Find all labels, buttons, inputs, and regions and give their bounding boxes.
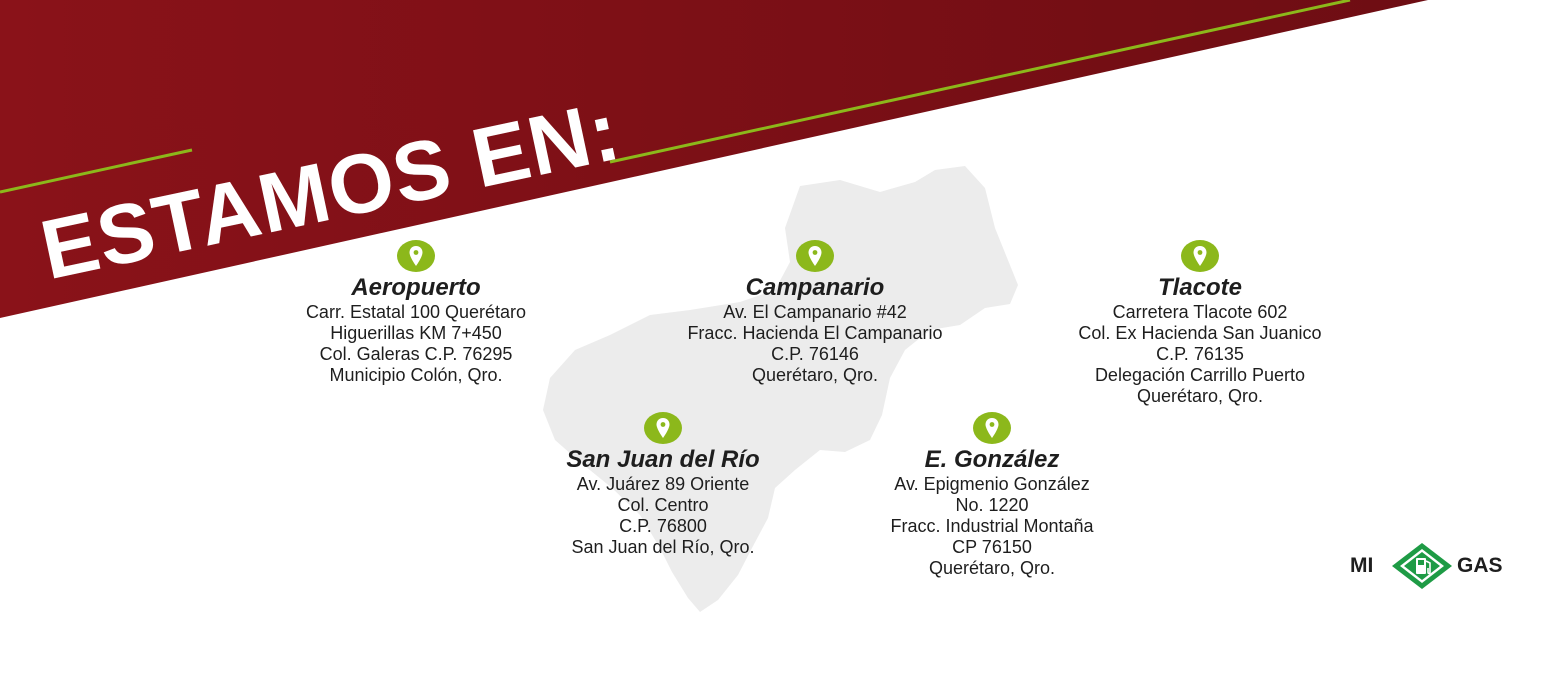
address-line: C.P. 76146 [771, 344, 859, 364]
address-line: Av. Epigmenio González [894, 474, 1090, 494]
address-line: Col. Galeras C.P. 76295 [319, 344, 513, 364]
address-line: Fracc. Industrial Montaña [890, 516, 1094, 536]
map-pin-icon [397, 240, 435, 272]
address-line: No. 1220 [955, 495, 1029, 515]
migas-logo: MI GAS [1350, 541, 1530, 591]
address-line: Querétaro, Qro. [751, 365, 879, 385]
map-pin-icon [1181, 240, 1219, 272]
address-line: CP 76150 [952, 537, 1032, 557]
location-card-tlacote: Tlacote Carretera Tlacote 602 Col. Ex Ha… [990, 240, 1410, 407]
address-line: Col. Ex Hacienda San Juanico [1078, 323, 1322, 343]
location-card-aeropuerto: Aeropuerto Carr. Estatal 100 Querétaro H… [206, 240, 626, 386]
map-pin-icon [796, 240, 834, 272]
location-name: Campanario [745, 274, 885, 301]
address-line: C.P. 76135 [1156, 344, 1244, 364]
location-card-campanario: Campanario Av. El Campanario #42 Fracc. … [605, 240, 1025, 386]
location-card-e-gonzalez: E. González Av. Epigmenio González No. 1… [782, 412, 1202, 579]
map-pin-icon [644, 412, 682, 444]
address-line: Delegación Carrillo Puerto [1094, 365, 1306, 385]
logo-text-gas: GAS [1457, 554, 1503, 577]
address-line: Av. El Campanario #42 [723, 302, 907, 322]
map-pin-icon [973, 412, 1011, 444]
address-line: Municipio Colón, Qro. [329, 365, 503, 385]
fuel-pump-icon [1392, 543, 1452, 589]
logo-text-mi: MI [1350, 554, 1374, 577]
location-name: Tlacote [1157, 274, 1243, 301]
address-line: Carr. Estatal 100 Querétaro [305, 302, 527, 322]
address-line: Querétaro, Qro. [1136, 386, 1264, 406]
location-name: E. González [924, 446, 1060, 473]
address-line: Carretera Tlacote 602 [1112, 302, 1288, 322]
location-name: Aeropuerto [351, 274, 481, 301]
address-line: Higuerillas KM 7+450 [330, 323, 502, 343]
address-line: Querétaro, Qro. [928, 558, 1056, 578]
address-line: Fracc. Hacienda El Campanario [687, 323, 943, 343]
